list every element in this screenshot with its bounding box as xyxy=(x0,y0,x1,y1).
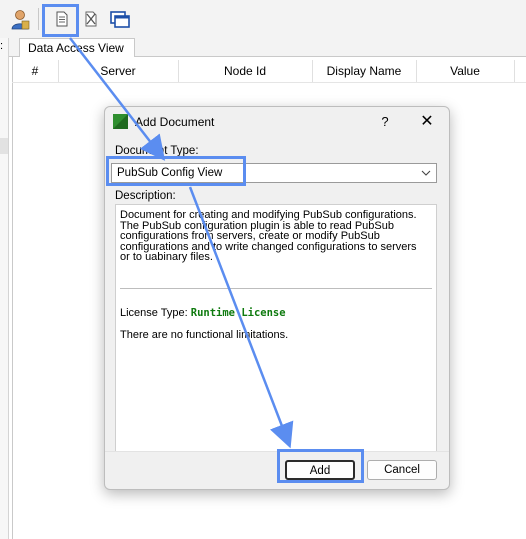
annotation-arrows xyxy=(69,37,294,449)
